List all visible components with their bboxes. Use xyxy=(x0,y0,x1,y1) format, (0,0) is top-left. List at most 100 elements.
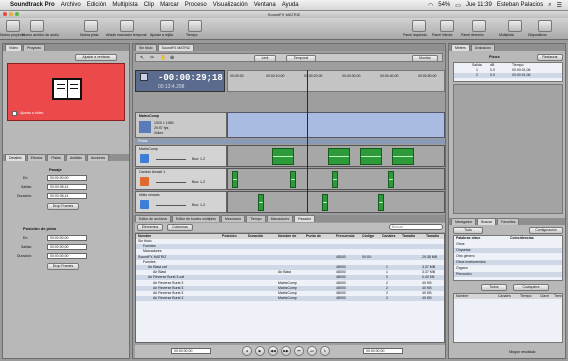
col-time2[interactable]: Tiem xyxy=(554,294,562,299)
time-button[interactable] xyxy=(188,20,202,32)
reset-button[interactable]: Restaurar xyxy=(537,54,563,61)
playhead[interactable] xyxy=(307,70,308,213)
menu-archivo[interactable]: Archivo xyxy=(61,2,81,8)
clock[interactable]: Jue 11:39 xyxy=(466,2,492,8)
audio-clip[interactable] xyxy=(388,171,394,188)
any-select[interactable]: Cualquiera xyxy=(513,284,549,291)
all-select[interactable]: Todos xyxy=(481,284,507,291)
bin-search-input[interactable]: Buscar xyxy=(389,224,443,230)
menu-proceso[interactable]: Proceso xyxy=(185,2,207,8)
tab-video[interactable]: Vídeo xyxy=(5,44,23,51)
drop-frames-button[interactable]: Drop Frames xyxy=(47,203,79,210)
add-marker-button[interactable] xyxy=(120,20,134,32)
tab-soundfx[interactable]: SoundFX MATRIZ xyxy=(157,44,194,51)
close-window-button[interactable] xyxy=(3,12,7,16)
track-bus[interactable]: Bus: 1-2 xyxy=(192,203,205,207)
menu-ventana[interactable]: Ventana xyxy=(254,2,276,8)
wifi-icon[interactable]: ◠ xyxy=(428,2,433,9)
audio-track-lane[interactable] xyxy=(227,191,445,213)
hand-tool-icon[interactable]: ✋ xyxy=(160,55,166,61)
col-time[interactable]: Tiempo xyxy=(520,294,532,299)
audio-clip[interactable] xyxy=(290,171,296,188)
tab-markers[interactable]: Marcadores xyxy=(266,215,294,222)
go-end-icon[interactable]: ⏭ xyxy=(307,346,317,356)
zoom-tool-icon[interactable]: ⊕ xyxy=(170,55,174,61)
track-bus[interactable]: Bus: 1-2 xyxy=(192,157,205,161)
list-item[interactable]: Otro género xyxy=(454,254,562,259)
tab-file-editor[interactable]: Editor de archivos xyxy=(135,215,172,222)
list-icon[interactable]: ☰ xyxy=(557,2,562,9)
volume-slider[interactable] xyxy=(156,182,186,183)
audio-clip[interactable] xyxy=(322,194,328,211)
new-audio-file-button[interactable] xyxy=(30,20,44,32)
battery-label[interactable]: 54% xyxy=(438,2,450,8)
go-start-icon[interactable]: ⏮ xyxy=(294,346,304,356)
table-row[interactable]: Air Reverse Burst 3 MatrizComp 48000 2 40 KB xyxy=(136,296,444,302)
tab-untitled[interactable]: Sin título xyxy=(135,44,157,51)
list-item[interactable]: Otros instrumentos xyxy=(454,260,562,265)
menu-ayuda[interactable]: Ayuda xyxy=(282,2,299,8)
configuration-button[interactable]: Configuración xyxy=(529,227,563,234)
track-bus[interactable]: Bus: 1-2 xyxy=(192,180,205,184)
search-icon[interactable]: ⌕ xyxy=(548,2,551,9)
zoom-window-button[interactable] xyxy=(15,12,19,16)
audio-track-header[interactable]: Camión Arrastr 1 Bus: 1-2 xyxy=(135,168,227,190)
bottom-pane-button[interactable] xyxy=(440,20,454,32)
record-icon[interactable]: ● xyxy=(242,346,252,356)
ph-out-field[interactable]: 00:00:00;00 xyxy=(47,244,87,250)
new-project-button[interactable] xyxy=(6,20,20,32)
audio-clip[interactable] xyxy=(392,148,414,165)
forward-icon[interactable]: ▶▶ xyxy=(281,346,291,356)
audio-track-lane[interactable] xyxy=(227,168,445,190)
volume-slider[interactable] xyxy=(156,205,186,206)
tab-search[interactable]: Buscar xyxy=(477,218,497,225)
audio-clip[interactable] xyxy=(378,194,384,211)
tempo-select[interactable]: Temporal xyxy=(286,55,316,62)
tab-effects[interactable]: Efectos xyxy=(26,154,47,161)
tab-bin[interactable]: Pasador xyxy=(294,215,316,222)
loop-icon[interactable]: ↻ xyxy=(320,346,330,356)
menu-visualizacion[interactable]: Visualización xyxy=(213,2,248,8)
timeline-ruler[interactable]: 00:00:00 00:00:10:00 00:00:20:00 00:00:3… xyxy=(227,70,445,92)
menu-marcar[interactable]: Marcar xyxy=(160,2,179,8)
play-icon[interactable]: ▶ xyxy=(255,346,265,356)
tab-recording[interactable]: Grabación xyxy=(470,44,495,51)
tab-details[interactable]: Detalles xyxy=(5,154,26,161)
col-name[interactable]: Nombre xyxy=(456,294,468,299)
multitrack-button[interactable] xyxy=(508,20,522,32)
transport-left-time[interactable]: 00:00:00;00 xyxy=(171,348,211,354)
list-item[interactable]: Otros xyxy=(454,242,562,247)
audio-track-lane[interactable] xyxy=(227,145,445,167)
tab-meters[interactable]: Meters xyxy=(451,44,470,51)
list-item[interactable]: Orquesta xyxy=(454,248,562,253)
video-track-lane[interactable] xyxy=(227,112,445,138)
tab-mixer[interactable]: Mezclador xyxy=(220,215,246,222)
tab-analysis[interactable]: Análisis xyxy=(65,154,86,161)
audio-clip[interactable] xyxy=(272,148,294,165)
devices-button[interactable] xyxy=(538,20,552,32)
menu-multipista[interactable]: Multipista xyxy=(112,2,137,8)
user-name[interactable]: Esteban Palacios xyxy=(497,2,543,8)
left-pane-button[interactable] xyxy=(412,20,426,32)
col-channels[interactable]: Canales xyxy=(498,294,511,299)
folder-select[interactable]: Todo xyxy=(453,227,483,234)
audio-track-header[interactable]: MatrizComp Bus: 1-2 xyxy=(135,145,227,167)
tab-multitake[interactable]: Editor de bucles múltiples xyxy=(172,215,220,222)
minimize-window-button[interactable] xyxy=(9,12,13,16)
columns-select[interactable]: Columnas xyxy=(167,224,193,231)
snap-to-video-checkbox[interactable] xyxy=(12,111,17,116)
ph-drop-frames-button[interactable]: Drop Frames xyxy=(47,263,79,270)
timecode-display[interactable]: -00:00:29;18 00:13:4.298 xyxy=(135,70,225,92)
snap-to-grid-button[interactable] xyxy=(160,20,174,32)
menu-clip[interactable]: Clip xyxy=(144,2,154,8)
ph-in-field[interactable]: 00:00:00;00 xyxy=(47,235,87,241)
menu-edicion[interactable]: Edición xyxy=(87,2,107,8)
in-field[interactable]: 00:00:00;00 xyxy=(47,175,87,181)
elements-select[interactable]: Elementos xyxy=(137,224,163,231)
tab-project[interactable]: Proyecto xyxy=(23,44,45,51)
list-item[interactable]: Percusión xyxy=(454,272,562,277)
col-key[interactable]: Clave xyxy=(540,294,549,299)
monitor-select[interactable]: Monitor xyxy=(412,55,438,62)
tab-favorites[interactable]: Favoritos xyxy=(497,218,520,225)
audio-clip[interactable] xyxy=(332,171,338,188)
